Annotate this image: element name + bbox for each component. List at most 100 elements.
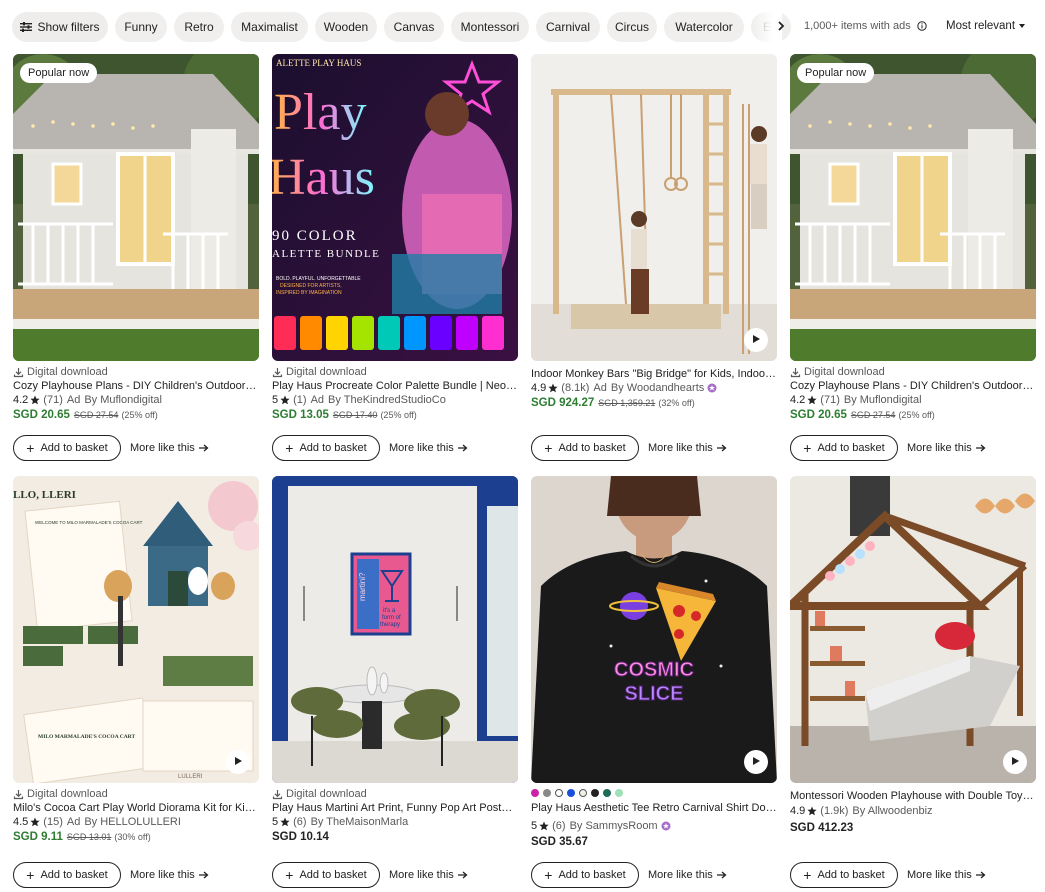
listing-card[interactable]: Indoor Monkey Bars "Big Bridge" for Kids…	[531, 54, 777, 461]
listing-card[interactable]: Popular now Digital download Cozy Playho…	[790, 54, 1036, 461]
rating-row: 4.9 (1.9k) By Allwoodenbiz	[790, 804, 1036, 818]
show-filters-button[interactable]: Show filters	[12, 12, 108, 42]
shop-name[interactable]: By TheKindredStudioCo	[328, 393, 446, 407]
filter-chip-retro[interactable]: Retro	[174, 12, 224, 42]
add-to-basket-button[interactable]: + Add to basket	[272, 435, 380, 461]
price: SGD 35.67	[531, 836, 588, 848]
more-like-this-link[interactable]: More like this	[648, 442, 727, 454]
palette-small-2: DESIGNED FOR ARTISTS,	[280, 283, 342, 289]
listing-image[interactable]: Popular now	[13, 54, 259, 361]
rating-row: 4.2 (71) Ad By Muflondigital	[13, 393, 259, 407]
listing-title[interactable]: Play Haus Aesthetic Tee Retro Carnival S…	[531, 801, 777, 815]
add-to-basket-button[interactable]: + Add to basket	[790, 435, 898, 461]
chip-label: Watercolor	[675, 20, 733, 34]
play-video-button[interactable]	[744, 328, 768, 352]
arrow-right-icon	[716, 444, 727, 452]
add-to-basket-button[interactable]: + Add to basket	[272, 862, 380, 888]
listing-card[interactable]: COSMIC SLICE Play Haus Aesthetic Tee Ret…	[531, 476, 777, 888]
filter-chip-circus[interactable]: Circus	[607, 12, 657, 42]
listing-card[interactable]: Montessori Wooden Playhouse with Double …	[790, 476, 1036, 888]
sale-price: SGD 9.11	[13, 831, 63, 843]
rating-row: 5 (6) By SammysRoom	[531, 819, 777, 833]
discount: (25% off)	[898, 410, 935, 420]
more-like-this-link[interactable]: More like this	[907, 442, 986, 454]
play-icon	[1010, 753, 1020, 771]
filter-chip-funny[interactable]: Funny	[115, 12, 167, 42]
price-row: SGD 35.67	[531, 834, 777, 850]
filter-chip-canvas[interactable]: Canvas	[384, 12, 444, 42]
shop-name[interactable]: By Muflondigital	[844, 393, 922, 407]
color-swatch[interactable]	[579, 789, 587, 797]
add-to-basket-button[interactable]: + Add to basket	[13, 862, 121, 888]
arrow-right-icon	[975, 444, 986, 452]
add-to-basket-label: Add to basket	[299, 869, 367, 881]
results-count-label: 1,000+ items with ads	[804, 20, 911, 32]
listing-title[interactable]: Play Haus Martini Art Print, Funny Pop A…	[272, 801, 518, 815]
more-like-this-link[interactable]: More like this	[648, 869, 727, 881]
listing-image[interactable]: ALETTE PLAY HAUS Play Haus 90 COLOR ALET…	[272, 54, 518, 361]
add-to-basket-label: Add to basket	[817, 442, 885, 454]
play-video-button[interactable]	[1003, 750, 1027, 774]
digital-download-label: Digital download	[27, 788, 108, 800]
shop-name[interactable]: By HELLOLULLERI	[84, 815, 181, 829]
filter-chip-montessori[interactable]: Montessori	[451, 12, 529, 42]
listing-card[interactable]: martini? it's a form of therapy Digital …	[272, 476, 518, 888]
filter-chip-wooden[interactable]: Wooden	[315, 12, 377, 42]
listing-image[interactable]	[531, 54, 777, 361]
listing-title[interactable]: Cozy Playhouse Plans - DIY Children's Ou…	[13, 379, 259, 393]
color-swatch[interactable]	[543, 789, 551, 797]
palette-line-2: ALETTE BUNDLE	[272, 248, 380, 260]
listing-title[interactable]: Indoor Monkey Bars "Big Bridge" for Kids…	[531, 367, 777, 381]
listing-title[interactable]: Cozy Playhouse Plans - DIY Children's Ou…	[790, 379, 1036, 393]
listing-image[interactable]: Popular now	[790, 54, 1036, 361]
filter-chip-maximalist[interactable]: Maximalist	[231, 12, 308, 42]
digital-download-tag: Digital download	[272, 365, 518, 379]
more-like-this-label: More like this	[389, 442, 454, 454]
filter-chip-watercolor[interactable]: Watercolor	[664, 12, 744, 42]
add-to-basket-button[interactable]: + Add to basket	[531, 862, 639, 888]
more-like-this-link[interactable]: More like this	[130, 442, 209, 454]
scroll-chips-next-button[interactable]	[772, 18, 790, 36]
more-like-this-link[interactable]: More like this	[130, 869, 209, 881]
sort-dropdown[interactable]: Most relevant	[946, 20, 1026, 32]
listing-title[interactable]: Play Haus Procreate Color Palette Bundle…	[272, 379, 518, 393]
download-icon	[13, 789, 24, 800]
color-swatch[interactable]	[603, 789, 611, 797]
info-icon[interactable]	[917, 21, 927, 31]
shop-name[interactable]: By Woodandhearts	[611, 381, 704, 395]
color-swatch[interactable]	[615, 789, 623, 797]
listing-card[interactable]: ALETTE PLAY HAUS Play Haus 90 COLOR ALET…	[272, 54, 518, 461]
star-icon	[280, 817, 290, 827]
color-swatch[interactable]	[567, 789, 575, 797]
chip-label: Circus	[614, 20, 649, 34]
rating-value: 4.5	[13, 816, 29, 828]
download-icon	[272, 789, 283, 800]
listing-image[interactable]: LLO, LLERI WELCOME TO MILO MARMALADE'S C…	[13, 476, 259, 783]
more-like-this-link[interactable]: More like this	[389, 869, 468, 881]
shop-name[interactable]: By Allwoodenbiz	[852, 804, 932, 818]
color-swatch[interactable]	[555, 789, 563, 797]
listing-card[interactable]: Popular now Digital download Cozy Playho…	[13, 54, 259, 461]
add-to-basket-button[interactable]: + Add to basket	[13, 435, 121, 461]
listing-image[interactable]: martini? it's a form of therapy	[272, 476, 518, 783]
more-like-this-link[interactable]: More like this	[389, 442, 468, 454]
listing-title[interactable]: Milo's Cocoa Cart Play World Diorama Kit…	[13, 801, 259, 815]
filter-chip-carnival[interactable]: Carnival	[536, 12, 600, 42]
shop-name[interactable]: By SammysRoom	[570, 819, 658, 833]
listing-image[interactable]: COSMIC SLICE	[531, 476, 777, 783]
shop-name[interactable]: By Muflondigital	[84, 393, 162, 407]
add-to-basket-button[interactable]: + Add to basket	[531, 435, 639, 461]
listing-image[interactable]	[790, 476, 1036, 783]
play-video-button[interactable]	[744, 750, 768, 774]
price-row: SGD 20.65 SGD 27.54 (25% off)	[13, 407, 259, 423]
color-swatch[interactable]	[531, 789, 539, 797]
listing-meta: Digital download Play Haus Procreate Col…	[272, 365, 518, 423]
play-video-button[interactable]	[226, 750, 250, 774]
color-swatch[interactable]	[591, 789, 599, 797]
digital-download-label: Digital download	[286, 366, 367, 378]
add-to-basket-button[interactable]: + Add to basket	[790, 862, 898, 888]
listing-card[interactable]: LLO, LLERI WELCOME TO MILO MARMALADE'S C…	[13, 476, 259, 888]
more-like-this-link[interactable]: More like this	[907, 869, 986, 881]
listing-title[interactable]: Montessori Wooden Playhouse with Double …	[790, 789, 1036, 803]
shop-name[interactable]: By TheMaisonMarla	[311, 815, 409, 829]
